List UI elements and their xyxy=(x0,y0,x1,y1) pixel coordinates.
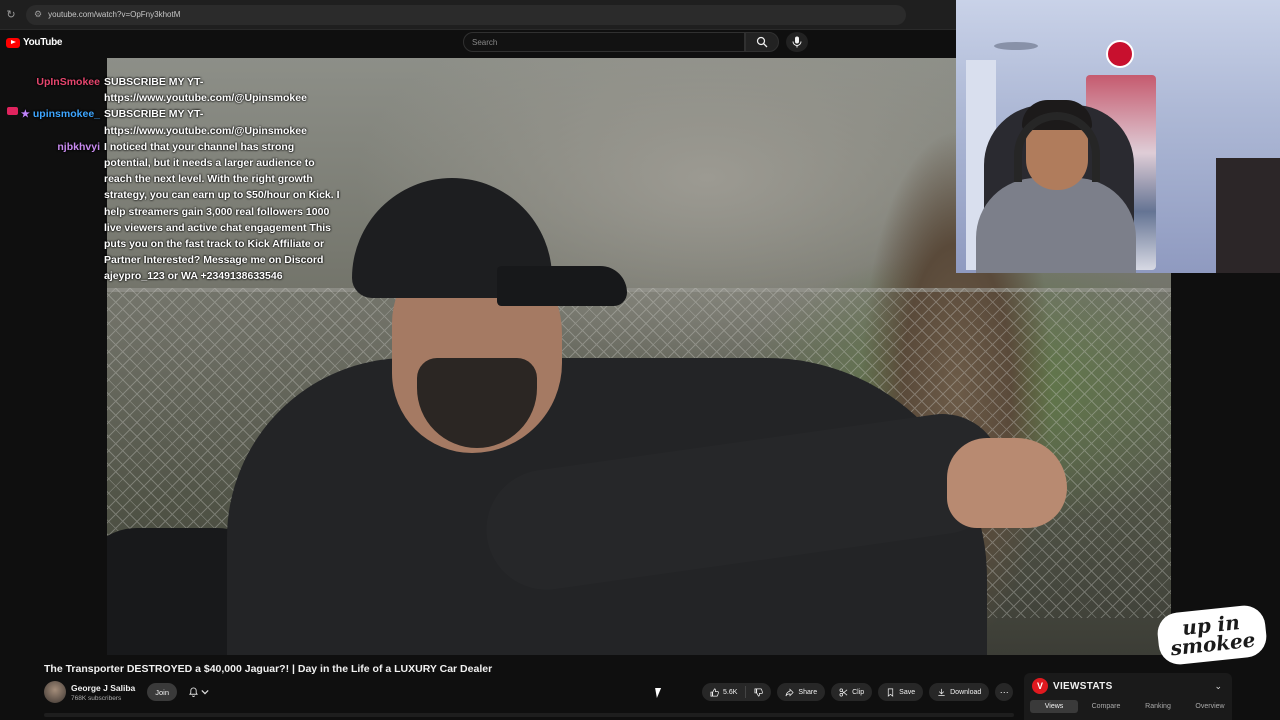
page-scroll-strip xyxy=(44,713,1014,717)
cap-brim xyxy=(497,266,627,306)
chevron-down-icon[interactable]: ⌄ xyxy=(1214,681,1222,692)
streamer-body xyxy=(976,178,1136,273)
chat-text: SUBSCRIBE MY YT- https://www.youtube.com… xyxy=(104,108,307,137)
chat-badges: ★ xyxy=(6,106,30,123)
like-button[interactable]: 5.6K xyxy=(702,683,745,701)
dislike-button[interactable] xyxy=(746,683,771,701)
search-icon xyxy=(756,36,768,48)
chat-message: UpInSmokee SUBSCRIBE MY YT- https://www.… xyxy=(0,74,345,106)
url-field[interactable]: ⚙ youtube.com/watch?v=OpFny3khotM xyxy=(26,4,906,25)
clip-label: Clip xyxy=(852,688,865,696)
share-icon xyxy=(785,687,795,697)
download-icon xyxy=(938,688,945,696)
share-label: Share xyxy=(798,688,818,696)
dark-shelf xyxy=(1216,158,1280,273)
bell-icon xyxy=(189,687,198,697)
youtube-play-icon xyxy=(6,37,20,48)
url-text: youtube.com/watch?v=OpFny3khotM xyxy=(48,10,181,19)
tab-views[interactable]: Views xyxy=(1030,700,1078,713)
more-horizontal-icon: ⋯ xyxy=(999,686,1009,697)
chat-user-cell: ★ upinsmokee_ xyxy=(0,106,104,138)
channel-avatar[interactable] xyxy=(44,681,66,703)
clip-button[interactable]: Clip xyxy=(831,683,873,701)
browser-address-bar: ↻ ⚙ youtube.com/watch?v=OpFny3khotM xyxy=(0,0,956,30)
youtube-header: YouTube Search xyxy=(0,30,956,58)
join-button[interactable]: Join xyxy=(147,683,178,701)
youtube-logo-text: YouTube xyxy=(23,37,63,48)
like-dislike-group: 5.6K xyxy=(702,683,772,701)
site-info-icon[interactable]: ⚙ xyxy=(34,9,42,20)
video-actions: 5.6K Share Clip Save Download ⋯ xyxy=(702,683,1014,701)
video-title: The Transporter DESTROYED a $40,000 Jagu… xyxy=(44,663,493,675)
viewstats-panel: V VIEWSTATS ⌄ Views Compare Ranking Over… xyxy=(1024,673,1232,720)
microphone-icon xyxy=(792,36,802,48)
mouse-cursor-icon xyxy=(655,688,663,698)
viewstats-header[interactable]: V VIEWSTATS xyxy=(1032,678,1113,694)
channel-row: George J Saliba 768K subscribers Join xyxy=(44,681,215,703)
save-label: Save xyxy=(899,688,916,696)
chat-message: ★ upinsmokee_ SUBSCRIBE MY YT- https://w… xyxy=(0,106,345,138)
chat-text: I noticed that your channel has strong p… xyxy=(104,140,340,283)
subscriber-count: 768K subscribers xyxy=(71,694,122,702)
chat-username[interactable]: njbkhvyi xyxy=(0,139,104,285)
tab-ranking[interactable]: Ranking xyxy=(1134,700,1182,713)
download-label: Download xyxy=(950,688,982,696)
search-input[interactable]: Search xyxy=(463,32,745,52)
share-button[interactable]: Share xyxy=(777,683,826,701)
channel-info: George J Saliba 768K subscribers xyxy=(71,683,135,702)
star-badge-icon: ★ xyxy=(20,108,30,120)
watermark-line-2: smokee xyxy=(1169,627,1257,661)
save-button[interactable]: Save xyxy=(878,683,924,701)
honda-logo-sign xyxy=(1106,40,1134,68)
viewstats-tabs: Views Compare Ranking Overview xyxy=(1030,700,1234,713)
channel-name[interactable]: George J Saliba xyxy=(71,683,135,693)
viewstats-logo-icon: V xyxy=(1032,678,1048,694)
chat-username[interactable]: upinsmokee_ xyxy=(33,108,100,120)
man-hand xyxy=(947,438,1067,528)
chat-text: SUBSCRIBE MY YT- https://www.youtube.com… xyxy=(104,76,307,105)
watermark-text: up in smokee xyxy=(1159,606,1265,664)
tab-overview[interactable]: Overview xyxy=(1186,700,1234,713)
more-actions-button[interactable]: ⋯ xyxy=(995,683,1014,701)
thumbs-up-icon xyxy=(710,688,719,696)
download-button[interactable]: Download xyxy=(929,683,990,701)
bookmark-icon xyxy=(888,688,894,697)
camera-badge-icon xyxy=(6,106,18,115)
streamer-webcam xyxy=(956,0,1280,273)
scissors-icon xyxy=(839,688,848,696)
thumbs-down-icon xyxy=(754,688,764,696)
voice-search-button[interactable] xyxy=(786,32,808,52)
chat-username[interactable]: UpInSmokee xyxy=(0,74,104,106)
chat-message: njbkhvyi I noticed that your channel has… xyxy=(0,139,345,285)
reload-icon[interactable]: ↻ xyxy=(4,8,18,22)
ceiling-fan xyxy=(994,42,1038,50)
upinsmokee-watermark-logo: up in smokee xyxy=(1157,598,1267,673)
like-count: 5.6K xyxy=(723,688,738,696)
tab-compare[interactable]: Compare xyxy=(1082,700,1130,713)
notification-bell-button[interactable] xyxy=(183,683,215,701)
viewstats-title: VIEWSTATS xyxy=(1053,680,1113,692)
youtube-logo[interactable]: YouTube xyxy=(6,37,63,48)
stream-chat: UpInSmokee SUBSCRIBE MY YT- https://www.… xyxy=(0,74,345,285)
search-button[interactable] xyxy=(745,32,779,52)
chevron-down-icon xyxy=(201,689,209,695)
